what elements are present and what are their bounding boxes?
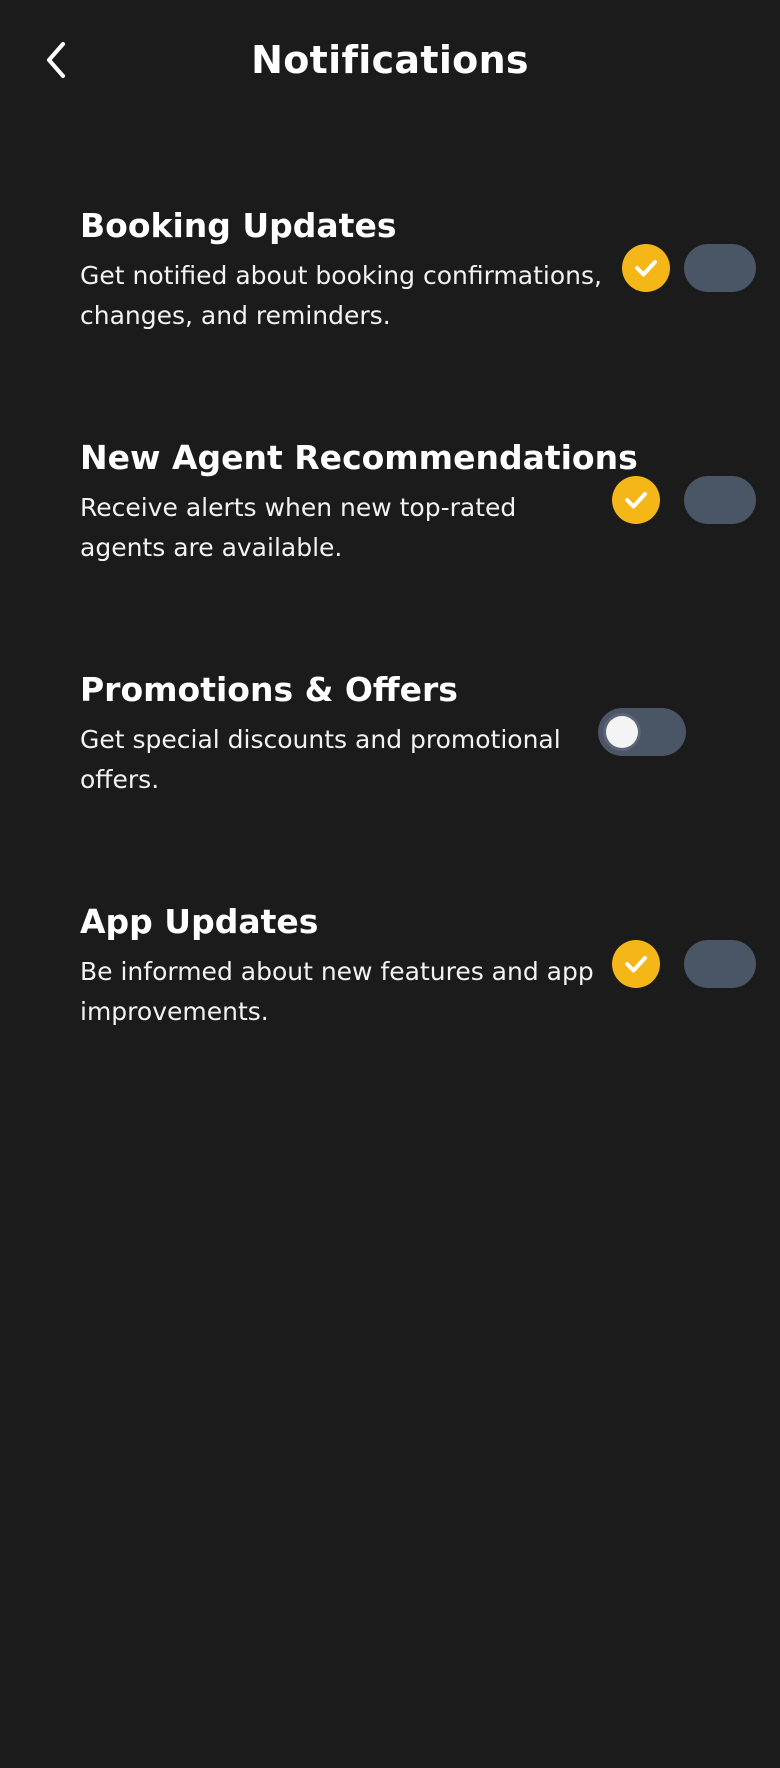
- setting-new-agent-recommendations: New Agent Recommendations Receive alerts…: [80, 434, 780, 574]
- setting-title: Booking Updates: [80, 206, 397, 245]
- toggle-knob: [606, 716, 638, 748]
- setting-description: Get special discounts and promotional of…: [80, 720, 561, 800]
- setting-description-line: Be informed about new features and app: [80, 957, 594, 986]
- setting-description-line: Get special discounts and promotional: [80, 725, 561, 754]
- new-agent-recommendations-toggle[interactable]: [684, 476, 756, 524]
- checked-badge-icon: [612, 940, 660, 988]
- setting-description-line: agents are available.: [80, 533, 343, 562]
- setting-description-line: Receive alerts when new top-rated: [80, 493, 517, 522]
- setting-description: Be informed about new features and app i…: [80, 952, 594, 1032]
- setting-description: Receive alerts when new top-rated agents…: [80, 488, 516, 568]
- setting-booking-updates: Booking Updates Get notified about booki…: [80, 202, 780, 342]
- checked-badge-icon: [622, 244, 670, 292]
- checked-badge-icon: [612, 476, 660, 524]
- setting-description: Get notified about booking confirmations…: [80, 256, 602, 336]
- setting-title: New Agent Recommendations: [80, 438, 638, 477]
- setting-title: App Updates: [80, 902, 319, 941]
- setting-promotions-offers: Promotions & Offers Get special discount…: [80, 666, 780, 806]
- setting-description-line: Get notified about booking confirmations…: [80, 261, 602, 290]
- setting-description-line: improvements.: [80, 997, 269, 1026]
- app-header: Notifications: [0, 0, 780, 120]
- app-updates-toggle[interactable]: [684, 940, 756, 988]
- page-title: Notifications: [251, 38, 529, 82]
- setting-description-line: changes, and reminders.: [80, 301, 391, 330]
- promotions-offers-toggle[interactable]: [598, 708, 686, 756]
- booking-updates-toggle[interactable]: [684, 244, 756, 292]
- setting-title: Promotions & Offers: [80, 670, 458, 709]
- setting-app-updates: App Updates Be informed about new featur…: [80, 898, 780, 1038]
- setting-description-line: offers.: [80, 765, 160, 794]
